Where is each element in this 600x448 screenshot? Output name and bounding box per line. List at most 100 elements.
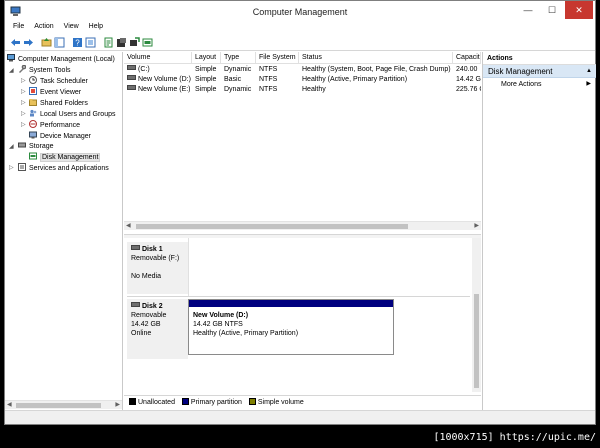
volume-name: New Volume (D:) [138, 76, 191, 83]
menu-view[interactable]: View [64, 23, 79, 30]
console-icon[interactable] [85, 37, 96, 48]
watermark: [1000x715] https://upic.me/ [433, 432, 596, 443]
volume-list-horizontal-scrollbar[interactable]: ◀ ▶ [124, 221, 481, 230]
tree-label: System Tools [29, 67, 71, 74]
legend-label: Simple volume [257, 399, 304, 406]
volume-row[interactable]: New Volume (D:) Simple Basic NTFS Health… [124, 75, 481, 85]
forward-arrow-icon[interactable] [23, 37, 34, 48]
removable-disk-icon [131, 302, 140, 307]
show-hide-tree-icon[interactable] [54, 37, 65, 48]
tree-label: Services and Applications [29, 165, 109, 172]
folder-icon [29, 99, 37, 106]
console-tree: Computer Management (Local) ◢ System Too… [5, 52, 123, 410]
scroll-thumb[interactable] [136, 224, 408, 229]
tree-item-local-users[interactable]: Local Users and Groups [29, 109, 115, 120]
scroll-thumb[interactable] [474, 294, 479, 388]
volume-type: Dynamic [224, 86, 252, 93]
tree-label: Disk Management [40, 153, 101, 162]
up-folder-icon[interactable] [41, 37, 52, 48]
volume-row[interactable]: New Volume (E:) Simple Dynamic NTFS Heal… [124, 85, 481, 95]
tree-item-services[interactable]: Services and Applications [18, 163, 109, 174]
disk-management-icon [29, 152, 37, 160]
more-actions[interactable]: More Actions ▶ [483, 78, 596, 91]
tree-item-disk-management[interactable]: Disk Management [29, 152, 101, 163]
tree-item-event-viewer[interactable]: Event Viewer [29, 87, 81, 98]
close-button[interactable]: ✕ [565, 1, 593, 19]
collapse-caret-icon[interactable]: ▲ [586, 65, 592, 78]
column-header-file-system[interactable]: File System [256, 52, 299, 64]
menu-action[interactable]: Action [34, 23, 53, 30]
disk-view-icon[interactable] [142, 37, 153, 48]
tree-label: Task Scheduler [40, 78, 88, 85]
volume-capacity: 14.42 G [456, 76, 481, 83]
expand-arrow-icon[interactable]: ▷ [21, 88, 26, 95]
disk-divider [127, 296, 470, 297]
volume-type: Dynamic [224, 66, 252, 73]
disk-name: Disk 2 [142, 303, 163, 310]
volume-layout: Simple [195, 86, 217, 93]
scroll-left-arrow-icon[interactable]: ◀ [7, 401, 12, 410]
column-header-status[interactable]: Status [299, 52, 453, 64]
menu-file[interactable]: File [13, 23, 24, 30]
disk-2-label[interactable]: Disk 2 Removable 14.42 GB Online [127, 299, 188, 359]
services-icon [18, 163, 26, 171]
scroll-right-arrow-icon[interactable]: ▶ [474, 222, 479, 231]
disk-status: No Media [131, 273, 161, 280]
computer-management-window: Computer Management — ☐ ✕ File Action Vi… [4, 0, 596, 425]
disk-size: 14.42 GB [131, 321, 161, 328]
disk-name: Disk 1 [142, 246, 163, 253]
volume-status: Healthy (System, Boot, Page File, Crash … [302, 66, 451, 73]
expand-arrow-icon[interactable]: ▷ [21, 110, 26, 117]
tree-label: Local Users and Groups [40, 111, 116, 118]
volume-capacity: 225.76 C [456, 86, 481, 93]
scroll-right-arrow-icon[interactable]: ▶ [115, 401, 120, 410]
tree-horizontal-scrollbar[interactable]: ◀ ▶ [5, 400, 122, 409]
expand-arrow-icon[interactable]: ▷ [21, 121, 26, 128]
tools-icon [19, 65, 26, 73]
collapse-arrow-icon[interactable]: ◢ [9, 143, 14, 150]
column-header-volume[interactable]: Volume [124, 52, 192, 64]
scroll-left-arrow-icon[interactable]: ◀ [126, 222, 131, 231]
actions-group-disk-management[interactable]: Disk Management ▲ [483, 65, 596, 78]
volume-type: Basic [224, 76, 242, 83]
svg-text:?: ? [75, 39, 80, 48]
device-manager-icon [29, 131, 37, 139]
properties-icon[interactable] [103, 37, 114, 48]
tree-item-task-scheduler[interactable]: Task Scheduler [29, 76, 88, 87]
column-header-capacity[interactable]: Capacit [453, 52, 481, 64]
volume-icon [127, 85, 136, 90]
export-icon[interactable] [116, 37, 127, 48]
partition-new-volume-d[interactable]: New Volume (D:) 14.42 GB NTFS Healthy (A… [188, 299, 394, 355]
expand-arrow-icon[interactable]: ▷ [21, 99, 26, 106]
legend-swatch-simple [248, 398, 256, 405]
collapse-arrow-icon[interactable]: ◢ [9, 67, 14, 74]
performance-icon [29, 120, 37, 128]
expand-arrow-icon[interactable]: ▷ [21, 77, 26, 84]
menu-help[interactable]: Help [89, 23, 103, 30]
legend-swatch-unallocated [129, 398, 136, 405]
actions-header: Actions [483, 52, 596, 65]
legend-label: Primary partition [190, 399, 242, 406]
window-title: Computer Management [252, 7, 348, 17]
minimize-button[interactable]: — [515, 1, 541, 19]
toolbar: ? [5, 35, 595, 51]
expand-arrow-icon[interactable]: ▷ [9, 164, 14, 171]
scroll-thumb[interactable] [16, 403, 101, 408]
volume-row[interactable]: (C:) Simple Dynamic NTFS Healthy (System… [124, 65, 481, 75]
legend: Unallocated Primary partition Simple vol… [124, 395, 481, 408]
back-arrow-icon[interactable] [10, 37, 21, 48]
status-bar [5, 410, 595, 424]
column-header-layout[interactable]: Layout [192, 52, 221, 64]
help-icon[interactable]: ? [72, 37, 83, 48]
column-header-type[interactable]: Type [221, 52, 256, 64]
maximize-button[interactable]: ☐ [539, 1, 565, 19]
connect-icon[interactable] [129, 37, 140, 48]
disk-status: Online [131, 330, 152, 337]
tree-item-system-tools[interactable]: System Tools [18, 65, 71, 76]
tree-item-storage[interactable]: Storage [18, 141, 54, 152]
tree-item-shared-folders[interactable]: Shared Folders [29, 98, 88, 109]
graphical-vertical-scrollbar[interactable] [472, 238, 481, 392]
disk-1-label[interactable]: Disk 1 Removable (F:) No Media [127, 242, 188, 294]
tree-item-performance[interactable]: Performance [29, 120, 80, 131]
tree-item-computer-management[interactable]: Computer Management (Local) [7, 54, 115, 65]
